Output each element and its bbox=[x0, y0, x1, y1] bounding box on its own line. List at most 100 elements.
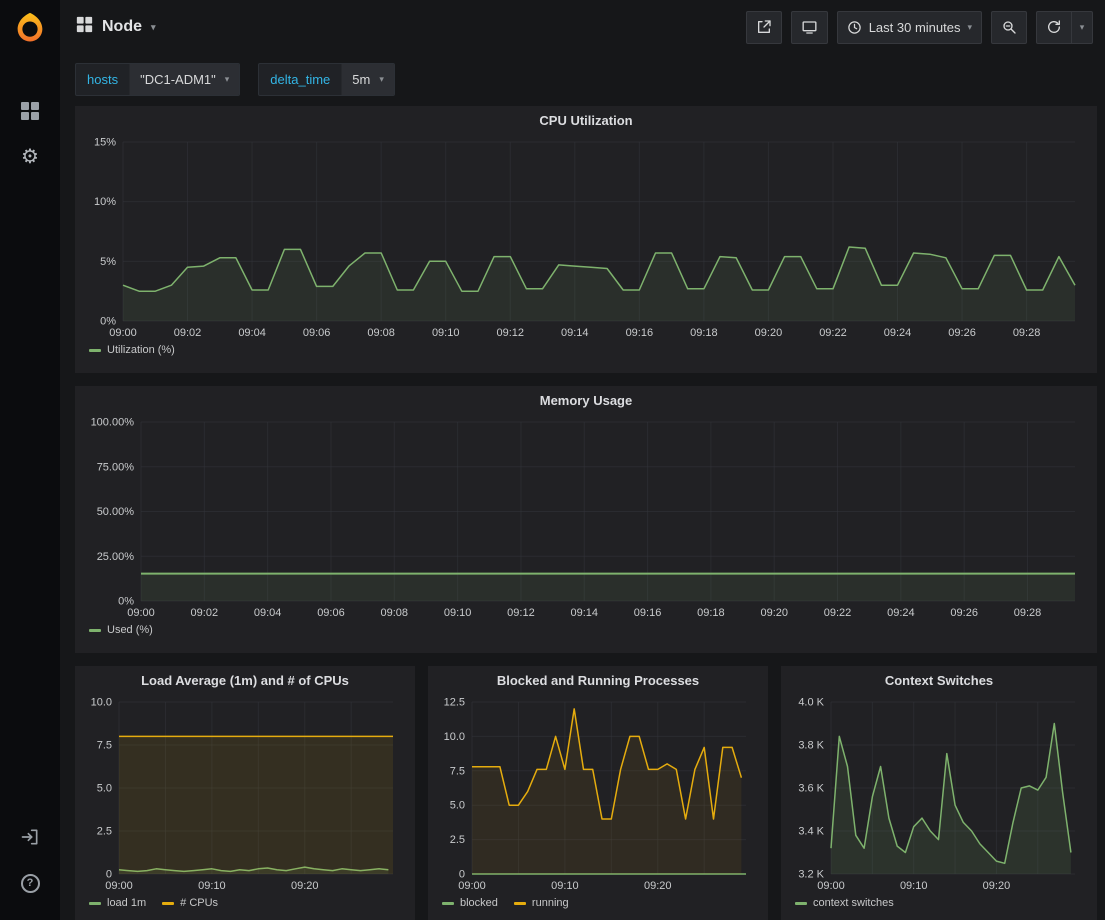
grafana-logo[interactable] bbox=[12, 10, 48, 46]
memory-legend: Used (%) bbox=[75, 621, 1097, 642]
y-tick-label: 12.5 bbox=[444, 697, 465, 709]
y-tick-label: 10% bbox=[94, 196, 116, 208]
x-tick-label: 09:18 bbox=[690, 327, 718, 339]
x-tick-label: 09:16 bbox=[634, 607, 662, 619]
y-tick-label: 50.00% bbox=[97, 506, 135, 518]
y-tick-label: 4.0 K bbox=[798, 697, 824, 709]
variable-hosts-dropdown[interactable]: "DC1-ADM1" ▾ bbox=[129, 64, 239, 95]
variable-delta-time-value: 5m bbox=[352, 72, 370, 87]
y-tick-label: 2.5 bbox=[450, 834, 465, 846]
variable-delta-time-dropdown[interactable]: 5m ▾ bbox=[341, 64, 394, 95]
sign-in-icon[interactable] bbox=[18, 825, 42, 849]
x-tick-label: 09:20 bbox=[983, 880, 1011, 892]
sidebar: ⚙ ? bbox=[0, 0, 60, 920]
panel-load-average: Load Average (1m) and # of CPUs 02.55.07… bbox=[75, 666, 415, 920]
panel-title-blocked-running[interactable]: Blocked and Running Processes bbox=[428, 666, 768, 694]
panel-title-memory[interactable]: Memory Usage bbox=[75, 386, 1097, 414]
x-tick-label: 09:00 bbox=[109, 327, 137, 339]
app-root: ⚙ ? Node ▾ bbox=[0, 0, 1105, 920]
y-tick-label: 5.0 bbox=[450, 800, 465, 812]
legend-swatch bbox=[442, 902, 454, 905]
share-button[interactable] bbox=[746, 11, 782, 44]
x-tick-label: 09:00 bbox=[817, 880, 845, 892]
panel-title-context-switches[interactable]: Context Switches bbox=[781, 666, 1097, 694]
y-tick-label: 7.5 bbox=[450, 765, 465, 777]
caret-down-icon: ▾ bbox=[151, 22, 156, 33]
legend-item[interactable]: running bbox=[514, 897, 569, 909]
legend-item[interactable]: context switches bbox=[795, 897, 894, 909]
y-tick-label: 5.0 bbox=[97, 783, 112, 795]
x-tick-label: 09:10 bbox=[900, 880, 928, 892]
panel-title-load[interactable]: Load Average (1m) and # of CPUs bbox=[75, 666, 415, 694]
blocked-running-chart: 02.55.07.510.012.509:0009:1009:20 bbox=[436, 694, 760, 894]
dashboard-title-button[interactable]: Node ▾ bbox=[76, 16, 156, 38]
tv-icon bbox=[801, 19, 818, 35]
panel-title-cpu[interactable]: CPU Utilization bbox=[75, 106, 1097, 134]
legend-item[interactable]: # CPUs bbox=[162, 897, 218, 909]
cpu-legend: Utilization (%) bbox=[75, 341, 1097, 362]
tv-cycle-button[interactable] bbox=[791, 11, 828, 44]
legend-label: blocked bbox=[460, 897, 498, 909]
x-tick-label: 09:10 bbox=[198, 880, 226, 892]
y-tick-label: 75.00% bbox=[97, 461, 135, 473]
panel-cpu-utilization: CPU Utilization 0%5%10%15%09:0009:0209:0… bbox=[75, 106, 1097, 373]
legend-swatch bbox=[795, 902, 807, 905]
blocked-running-chart-svg: 02.55.07.510.012.509:0009:1009:20 bbox=[436, 694, 760, 894]
x-tick-label: 09:14 bbox=[570, 607, 598, 619]
x-tick-label: 09:28 bbox=[1014, 607, 1042, 619]
variable-hosts-label: hosts bbox=[76, 64, 129, 95]
bottom-panel-row: Load Average (1m) and # of CPUs 0 2.5 5.0 7… bbox=[75, 666, 1097, 920]
time-picker-button[interactable]: Last 30 minutes ▾ bbox=[837, 11, 982, 44]
navbar-actions: Last 30 minutes ▾ ▾ bbox=[746, 11, 1093, 44]
x-tick-label: 09:04 bbox=[238, 327, 266, 339]
refresh-icon bbox=[1046, 19, 1062, 35]
refresh-interval-dropdown[interactable]: ▾ bbox=[1071, 11, 1093, 44]
y-tick-label: 25.00% bbox=[97, 551, 135, 563]
caret-down-icon: ▾ bbox=[967, 22, 972, 33]
apps-grid-icon bbox=[76, 16, 93, 38]
y-tick-label: 2.5 bbox=[97, 826, 112, 838]
main-area: Node ▾ Last 30 mi bbox=[60, 0, 1105, 920]
x-tick-label: 09:22 bbox=[824, 607, 852, 619]
refresh-split-button: ▾ bbox=[1036, 11, 1093, 44]
dashboards-icon[interactable] bbox=[18, 99, 42, 123]
x-tick-label: 09:00 bbox=[458, 880, 486, 892]
load-legend: load 1m # CPUs bbox=[75, 894, 415, 915]
series-fill bbox=[123, 247, 1075, 321]
settings-gear-icon[interactable]: ⚙ bbox=[18, 145, 42, 169]
context-switches-chart: 3.2 K3.4 K3.6 K3.8 K4.0 K09:0009:1009:20 bbox=[789, 694, 1089, 894]
zoom-out-button[interactable] bbox=[991, 11, 1027, 44]
x-tick-label: 09:10 bbox=[551, 880, 579, 892]
x-tick-label: 09:18 bbox=[697, 607, 725, 619]
x-tick-label: 09:08 bbox=[367, 327, 395, 339]
legend-item[interactable]: Utilization (%) bbox=[89, 344, 175, 356]
x-tick-label: 09:10 bbox=[444, 607, 472, 619]
x-tick-label: 09:22 bbox=[819, 327, 847, 339]
dashboard-panels: CPU Utilization 0%5%10%15%09:0009:0209:0… bbox=[60, 106, 1105, 920]
help-glyph: ? bbox=[21, 874, 40, 893]
clock-icon bbox=[847, 20, 862, 35]
legend-swatch bbox=[514, 902, 526, 905]
memory-chart: 0%25.00%50.00%75.00%100.00%09:0009:0209:… bbox=[83, 414, 1089, 621]
x-tick-label: 09:06 bbox=[317, 607, 345, 619]
legend-item[interactable]: load 1m bbox=[89, 897, 146, 909]
y-tick-label: 3.6 K bbox=[798, 783, 824, 795]
x-tick-label: 09:08 bbox=[381, 607, 409, 619]
y-tick-label: 3.4 K bbox=[798, 826, 824, 838]
y-tick-label: 0 bbox=[459, 869, 465, 881]
x-tick-label: 09:02 bbox=[191, 607, 219, 619]
zoom-out-icon bbox=[1001, 19, 1017, 35]
y-tick-label: 5% bbox=[100, 256, 116, 268]
load-chart-svg: 02.55.07.510.009:0009:1009:20 bbox=[83, 694, 407, 894]
legend-swatch bbox=[89, 349, 101, 352]
cpu-chart: 0%5%10%15%09:0009:0209:0409:0609:0809:10… bbox=[83, 134, 1089, 341]
x-tick-label: 09:20 bbox=[291, 880, 319, 892]
x-tick-label: 09:24 bbox=[887, 607, 915, 619]
gear-glyph: ⚙ bbox=[21, 147, 39, 167]
refresh-button[interactable] bbox=[1036, 11, 1071, 44]
variable-delta-time: delta_time 5m ▾ bbox=[258, 63, 395, 96]
x-tick-label: 09:26 bbox=[948, 327, 976, 339]
help-icon[interactable]: ? bbox=[18, 871, 42, 895]
legend-item[interactable]: Used (%) bbox=[89, 624, 153, 636]
legend-item[interactable]: blocked bbox=[442, 897, 498, 909]
